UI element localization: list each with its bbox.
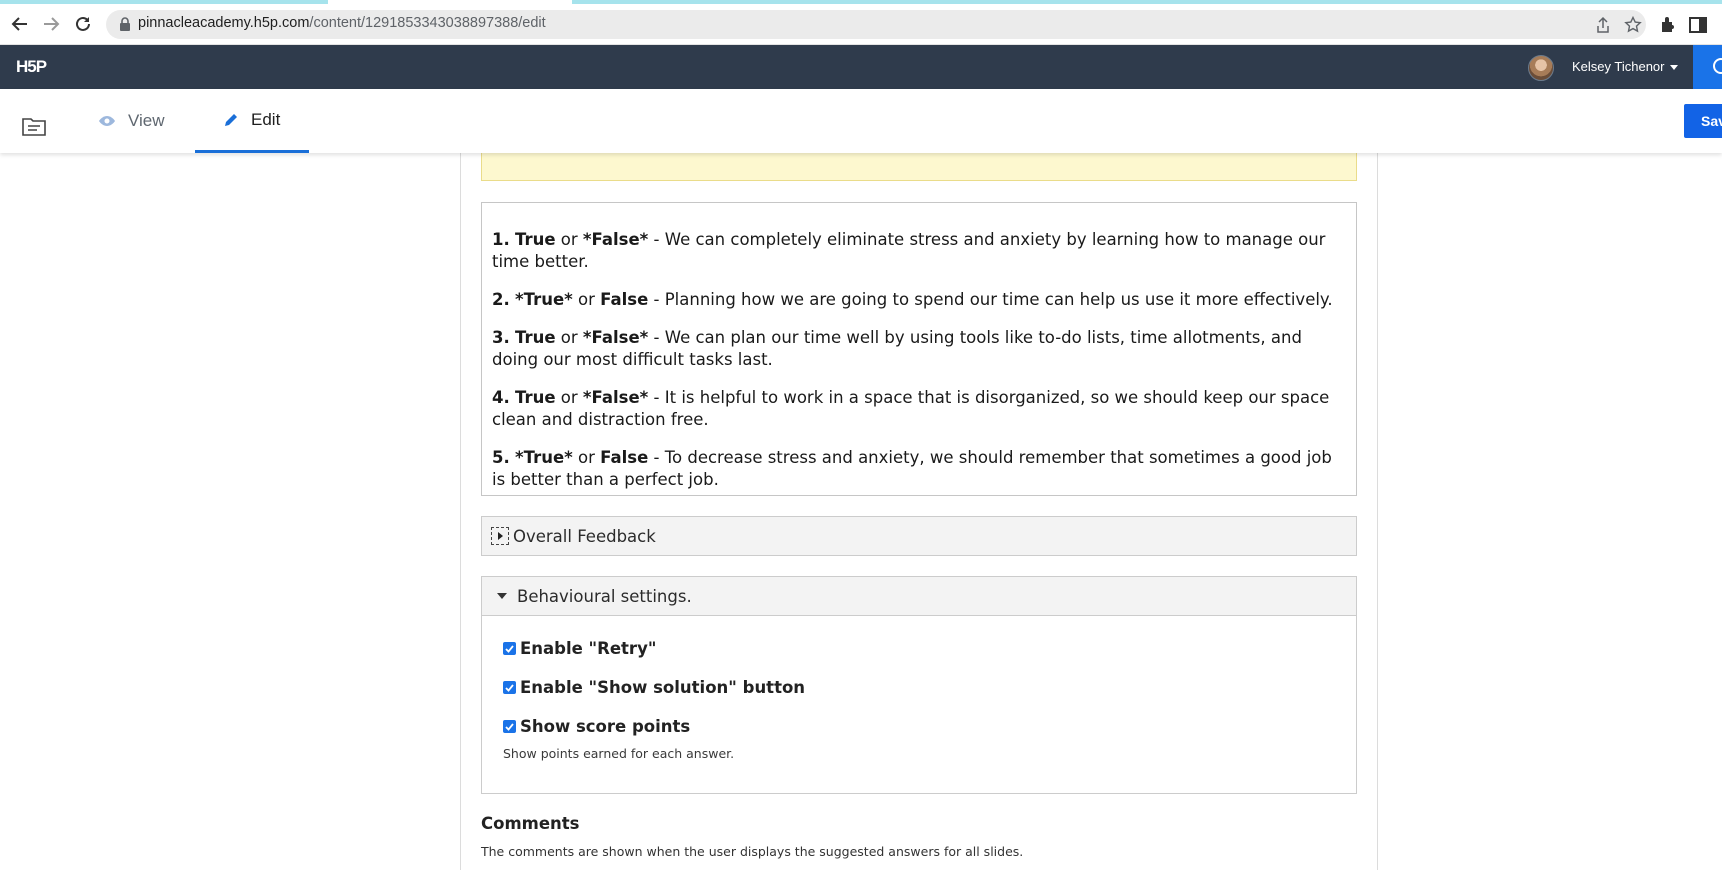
expand-icon [491, 527, 509, 545]
bookmark-star-icon[interactable] [1624, 16, 1642, 34]
side-panel-icon[interactable] [1688, 15, 1708, 35]
reload-icon[interactable] [71, 12, 95, 36]
comments-title: Comments [481, 814, 580, 833]
behavioural-settings-label: Behavioural settings. [517, 586, 692, 606]
comments-description: The comments are shown when the user dis… [481, 844, 1024, 859]
enable-show-solution-option[interactable]: Enable "Show solution" button [503, 678, 805, 697]
header-action-icon [1713, 58, 1722, 74]
extensions-puzzle-icon[interactable] [1658, 15, 1678, 35]
folder-icon[interactable] [22, 116, 46, 136]
eye-icon [99, 116, 115, 126]
forward-arrow-icon[interactable] [39, 12, 63, 36]
text-editor[interactable]: 1. True or *False* - We can completely e… [481, 202, 1357, 496]
back-arrow-icon[interactable] [8, 12, 32, 36]
h5p-logo[interactable]: H5P [16, 57, 47, 77]
url-text: pinnacleacademy.h5p.com/content/12918533… [138, 15, 546, 31]
avatar[interactable] [1528, 55, 1554, 81]
behavioural-settings-panel: Enable "Retry" Enable "Show solution" bu… [481, 615, 1357, 794]
lock-icon [120, 17, 130, 31]
pencil-icon [225, 113, 237, 126]
tab-edit[interactable]: Edit [195, 89, 309, 153]
checkbox-checked-icon[interactable] [503, 681, 516, 694]
checkbox-checked-icon[interactable] [503, 642, 516, 655]
question-line: 5. *True* or False - To decrease stress … [492, 448, 1332, 489]
notice-box [481, 153, 1357, 181]
behavioural-settings-toggle[interactable]: Behavioural settings. [481, 576, 1357, 616]
question-line: 2. *True* or False - Planning how we are… [492, 290, 1333, 309]
caret-down-icon [497, 593, 507, 599]
user-name[interactable]: Kelsey Tichenor [1572, 59, 1665, 74]
show-score-points-option[interactable]: Show score points [503, 717, 690, 736]
score-points-description: Show points earned for each answer. [503, 746, 735, 761]
editor-toolbar: View Edit Save [0, 89, 1722, 153]
h5p-header: H5P Kelsey Tichenor [0, 45, 1722, 89]
question-line: 4. True or *False* - It is helpful to wo… [492, 388, 1330, 429]
checkbox-checked-icon[interactable] [503, 720, 516, 733]
caret-down-icon[interactable] [1670, 65, 1678, 70]
share-icon[interactable] [1594, 16, 1612, 34]
overall-feedback-toggle[interactable]: Overall Feedback [481, 516, 1357, 556]
overall-feedback-label: Overall Feedback [513, 526, 656, 546]
tab-edit-label: Edit [251, 109, 281, 129]
tab-view[interactable]: View [98, 89, 165, 153]
tab-view-label: View [128, 111, 165, 130]
question-line: 3. True or *False* - We can plan our tim… [492, 328, 1302, 369]
question-line: 1. True or *False* - We can completely e… [492, 230, 1326, 271]
address-bar[interactable]: pinnacleacademy.h5p.com/content/12918533… [106, 10, 1646, 39]
browser-toolbar: pinnacleacademy.h5p.com/content/12918533… [0, 4, 1722, 45]
enable-retry-option[interactable]: Enable "Retry" [503, 639, 656, 658]
save-button[interactable]: Save [1684, 104, 1722, 138]
